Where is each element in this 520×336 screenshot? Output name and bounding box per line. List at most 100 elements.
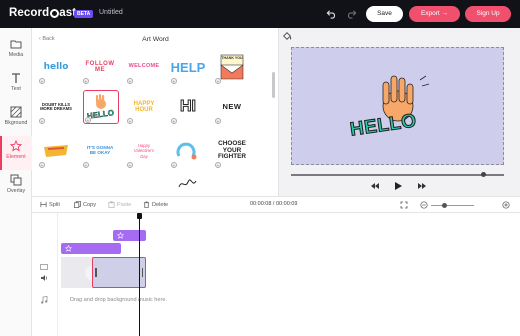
art-word-clip-2[interactable] xyxy=(61,243,121,254)
zoom-in-icon[interactable] xyxy=(502,201,510,209)
add-icon[interactable]: + xyxy=(39,118,45,124)
sticker-hello-selected[interactable]: HELLO + xyxy=(83,90,119,124)
folder-icon xyxy=(10,40,22,49)
add-icon[interactable]: + xyxy=(83,162,89,168)
art-word-clip-1[interactable] xyxy=(113,230,146,241)
document-title[interactable]: Untitled xyxy=(99,9,123,16)
add-icon[interactable]: + xyxy=(127,162,133,168)
video-canvas[interactable]: HELLO xyxy=(291,47,504,165)
sticker-thank-you[interactable]: THANK YOU + xyxy=(214,50,250,84)
star-icon xyxy=(65,245,72,252)
music-note-icon xyxy=(41,296,48,304)
sticker-hello-lower[interactable]: hello + xyxy=(38,50,74,84)
undo-icon[interactable] xyxy=(326,8,337,19)
export-button[interactable]: Export → xyxy=(409,6,460,22)
add-icon[interactable]: + xyxy=(171,162,177,168)
volume-icon[interactable] xyxy=(40,274,48,282)
swirl-icon xyxy=(176,142,197,160)
clip-trim-handle-left[interactable] xyxy=(95,268,97,277)
sticker-text: NEW xyxy=(222,102,242,112)
zoom-slider[interactable] xyxy=(431,205,474,206)
playhead-line[interactable] xyxy=(139,213,140,336)
sticker-party[interactable]: + xyxy=(38,134,74,168)
rewind-icon[interactable] xyxy=(370,181,380,191)
rail-label: Media xyxy=(8,52,24,58)
logo-text-left: Record xyxy=(9,7,50,19)
redo-icon[interactable] xyxy=(346,8,357,19)
sign-up-button[interactable]: Sign Up xyxy=(465,6,511,22)
split-icon xyxy=(40,201,47,208)
text-icon xyxy=(12,73,20,83)
panel-scrollbar[interactable] xyxy=(272,72,275,98)
rail-item-overlay[interactable]: Overlay xyxy=(0,170,32,204)
add-icon[interactable]: + xyxy=(39,162,45,168)
selected-video-clip[interactable] xyxy=(92,257,146,288)
add-icon[interactable]: + xyxy=(171,118,177,124)
paste-button[interactable]: Paste xyxy=(108,201,131,208)
rail-item-background[interactable]: Bkground xyxy=(0,102,32,136)
sticker-new[interactable]: NEW + xyxy=(214,90,250,124)
star-icon xyxy=(10,140,22,152)
sticker-happy-hour[interactable]: HAPPY HOUR + xyxy=(126,90,162,124)
play-icon[interactable] xyxy=(393,181,403,191)
app-root: Record ast BETA Untitled Save Export → Si… xyxy=(0,0,520,336)
sticker-hi[interactable]: HI + xyxy=(170,90,206,124)
add-icon[interactable]: + xyxy=(127,78,133,84)
paint-bucket-icon[interactable] xyxy=(282,31,292,41)
paste-label: Paste xyxy=(117,201,132,208)
panel-title: Art Word xyxy=(142,36,169,43)
video-track-icon xyxy=(40,264,48,270)
sticker-choose-fighter[interactable]: CHOOSE YOUR FIGHTER + xyxy=(214,134,250,168)
paste-icon xyxy=(108,201,115,208)
zoom-slider-knob[interactable] xyxy=(442,203,447,208)
sticker-welcome[interactable]: WELCOME + xyxy=(126,50,162,84)
add-icon[interactable]: + xyxy=(85,117,91,123)
background-icon xyxy=(10,106,22,118)
audio-drop-hint: Drag and drop background music here. xyxy=(70,297,168,303)
sticker-valentine[interactable]: Happy Valentine's Day + xyxy=(126,134,162,168)
sticker-text: HAPPY HOUR xyxy=(133,101,155,113)
add-icon[interactable]: + xyxy=(171,78,177,84)
overlay-icon xyxy=(10,174,22,186)
sticker-swirl[interactable]: + xyxy=(170,134,206,168)
delete-button[interactable]: Delete xyxy=(143,201,168,208)
rail-item-media[interactable]: Media xyxy=(0,34,32,68)
playback-progress[interactable] xyxy=(291,174,504,176)
app-logo[interactable]: Record ast xyxy=(9,7,76,19)
logo-c-ring-icon xyxy=(49,8,59,18)
save-button[interactable]: Save xyxy=(366,6,403,22)
sticker-text: DOUBT KILLS MORE DREAMS xyxy=(40,101,72,111)
star-icon xyxy=(117,232,124,239)
add-icon[interactable]: + xyxy=(215,118,221,124)
sticker-text: FOLLOW ME xyxy=(85,61,115,73)
copy-label: Copy xyxy=(83,201,97,208)
sticker-follow-me[interactable]: FOLLOW ME + xyxy=(82,50,118,84)
art-word-panel: ‹ Back Art Word hello + FOLLOW ME + WELC… xyxy=(32,28,279,196)
track-side-panel xyxy=(32,213,58,336)
zoom-out-icon[interactable] xyxy=(420,201,428,209)
add-icon[interactable]: + xyxy=(83,78,89,84)
rail-item-element[interactable]: Element xyxy=(0,136,32,170)
add-icon[interactable]: + xyxy=(127,118,133,124)
split-button[interactable]: Split xyxy=(40,201,60,208)
copy-button[interactable]: Copy xyxy=(74,201,96,208)
delete-label: Delete xyxy=(152,201,169,208)
top-bar: Record ast BETA Untitled Save Export → Si… xyxy=(0,0,520,28)
sticker-help[interactable]: HELP + xyxy=(170,50,206,84)
rail-label: Element xyxy=(6,154,26,160)
sticker-its-gonna[interactable]: IT'S GONNA BE OKAY + xyxy=(82,134,118,168)
sticker-text: HELP xyxy=(170,59,206,75)
tool-rail: Media Text Bkground Element Overlay xyxy=(0,28,32,336)
add-icon[interactable]: + xyxy=(215,78,221,84)
fit-to-screen-icon[interactable] xyxy=(400,201,408,209)
add-icon[interactable]: + xyxy=(215,162,221,168)
playback-progress-knob[interactable] xyxy=(481,172,486,177)
clip-trim-handle-right[interactable] xyxy=(141,268,143,277)
fast-forward-icon[interactable] xyxy=(417,181,427,191)
sticker-doubt-kills[interactable]: DOUBT KILLS MORE DREAMS + xyxy=(38,90,74,124)
rail-label: Text xyxy=(11,86,21,92)
export-arrow-icon: → xyxy=(441,10,449,17)
sticker-signature[interactable] xyxy=(170,174,206,194)
rail-item-text[interactable]: Text xyxy=(0,68,32,102)
add-icon[interactable]: + xyxy=(39,78,45,84)
